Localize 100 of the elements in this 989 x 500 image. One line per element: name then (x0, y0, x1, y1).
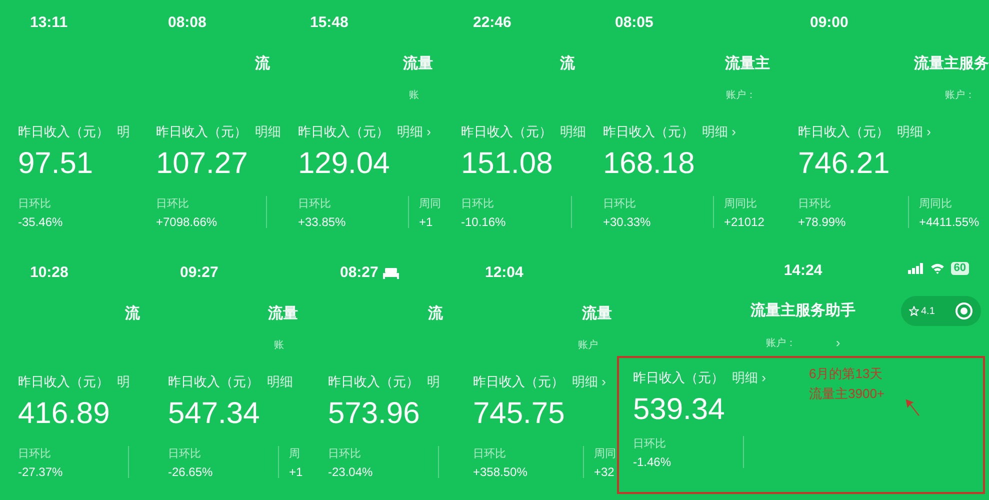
stat-value: +4411.55% (919, 214, 980, 230)
income-label: 昨日收入（元） (18, 373, 109, 391)
app-title: 流量 (582, 304, 612, 324)
stat-label: 周 (289, 446, 301, 462)
target-icon[interactable] (955, 302, 973, 320)
stat-label: 日环比 (603, 196, 637, 212)
stat-value: -10.16% (461, 214, 507, 230)
rating-text: 4.1 (921, 304, 935, 318)
income-amount: 107.27 (156, 146, 248, 182)
stat-value: +1 (289, 464, 303, 480)
star-icon[interactable] (909, 306, 919, 316)
account-label: 账户 (578, 338, 598, 352)
details-link[interactable]: 明细 › (897, 122, 931, 142)
details-link[interactable]: 明细 › (572, 372, 606, 392)
details-link[interactable]: 明细 › (732, 368, 766, 388)
clock-time: 10:28 (30, 262, 68, 283)
clock-time: 08:05 (615, 12, 654, 33)
annotation-text: 流量主3900+ (809, 385, 885, 403)
clock-time: 13:11 (30, 12, 68, 33)
stat-label: 日环比 (633, 436, 667, 452)
income-amount: 168.18 (603, 146, 695, 182)
income-amount: 745.75 (473, 396, 565, 432)
stat-value: +32 (594, 464, 616, 480)
app-title: 流 (125, 304, 140, 324)
battery-level: 60 (950, 262, 969, 275)
app-title: 流 (428, 304, 443, 324)
stat-value: +1 (419, 214, 434, 230)
stat-value: -35.46% (18, 214, 64, 230)
income-amount: 129.04 (298, 146, 390, 182)
clock-time: 22:46 (473, 12, 512, 33)
income-label: 昨日收入（元） (473, 373, 564, 391)
clock-time: 09:00 (810, 12, 848, 33)
income-label: 昨日收入（元） (798, 123, 889, 141)
details-link[interactable]: 明细 (255, 122, 280, 142)
details-link[interactable]: 明 (117, 372, 130, 392)
income-amount: 573.96 (328, 396, 420, 432)
stat-label: 日环比 (18, 196, 52, 212)
details-link[interactable]: 明细 › (397, 122, 431, 142)
stat-value: -26.65% (168, 464, 214, 480)
stat-value: -27.37% (18, 464, 64, 480)
details-link[interactable]: 明细 (560, 122, 585, 142)
stat-value: -1.46% (633, 454, 672, 470)
app-title: 流量主服务 (914, 54, 989, 74)
income-amount: 151.08 (461, 146, 553, 182)
stat-label: 周同比 (724, 196, 758, 212)
clock-time: 08:27 (340, 262, 378, 283)
wifi-icon (930, 263, 945, 274)
account-label: 账 (274, 338, 284, 352)
clock-time: 12:04 (485, 262, 524, 283)
stat-label: 日环比 (473, 446, 507, 462)
details-link[interactable]: 明 (427, 372, 440, 392)
stat-label: 日环比 (328, 446, 362, 462)
stat-label: 周同 (419, 196, 441, 212)
app-title: 流 (560, 54, 575, 74)
income-label: 昨日收入（元） (18, 123, 109, 141)
income-label: 昨日收入（元） (633, 369, 724, 387)
arrow-icon (905, 398, 921, 418)
account-label: 账户： (726, 88, 756, 102)
stat-label: 日环比 (298, 196, 332, 212)
account-label: 账户： (766, 336, 796, 350)
income-label: 昨日收入（元） (298, 123, 389, 141)
clock-time: 09:27 (180, 262, 218, 283)
details-link[interactable]: 明细 (267, 372, 293, 392)
stat-value: +7098.66% (156, 214, 218, 230)
stat-value: +358.50% (473, 464, 528, 480)
app-title: 流量 (403, 54, 433, 74)
stat-value: -23.04% (328, 464, 374, 480)
app-title: 流量主 (725, 54, 770, 74)
stat-label: 日环比 (798, 196, 832, 212)
income-amount: 97.51 (18, 146, 94, 182)
stat-value: +33.85% (298, 214, 347, 230)
income-label: 昨日收入（元） (328, 373, 419, 391)
app-title: 流 (255, 54, 270, 74)
app-title: 流量主服务助手 (750, 300, 856, 321)
income-label: 昨日收入（元） (603, 123, 694, 141)
stat-label: 日环比 (156, 196, 190, 212)
clock-time: 08:08 (168, 12, 206, 33)
signal-icon (908, 263, 924, 274)
clock-time: 14:24 (784, 260, 822, 281)
chevron-icon: › (836, 333, 840, 353)
stat-label: 日环比 (461, 196, 495, 212)
annotation-text: 6月的第13天 (809, 365, 884, 383)
stat-value: +30.33% (603, 214, 652, 230)
details-link[interactable]: 明细 › (702, 122, 736, 142)
details-link[interactable]: 明 (117, 122, 130, 142)
income-amount: 539.34 (633, 392, 725, 428)
stat-label: 周同 (594, 446, 616, 462)
app-title: 流量 (268, 304, 298, 324)
stat-label: 日环比 (18, 446, 52, 462)
stat-value: +78.99% (798, 214, 847, 230)
stat-label: 日环比 (168, 446, 202, 462)
income-amount: 746.21 (798, 146, 890, 182)
income-amount: 416.89 (18, 396, 110, 432)
income-label: 昨日收入（元） (156, 123, 247, 141)
account-label: 账 (409, 88, 419, 102)
stat-value: +21012 (724, 214, 764, 230)
clock-time: 15:48 (310, 12, 348, 33)
income-label: 昨日收入（元） (168, 373, 259, 391)
stat-label: 周同比 (919, 196, 953, 212)
account-label: 账户： (945, 88, 975, 102)
